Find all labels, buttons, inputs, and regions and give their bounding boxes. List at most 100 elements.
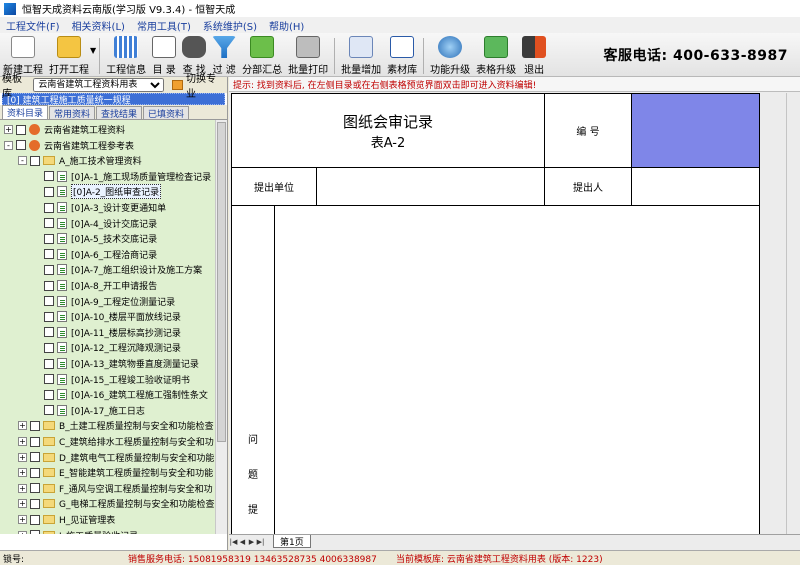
tree-checkbox[interactable] (30, 420, 40, 431)
tree-item[interactable]: [0]A-5_技术交底记录 (32, 231, 157, 246)
chevron-down-icon[interactable]: ▼ (90, 46, 96, 55)
tree-scrollbar-thumb[interactable] (217, 122, 226, 442)
tree-item[interactable]: + D_建筑电气工程质量控制与安全和功能 (18, 450, 214, 465)
tree-checkbox[interactable] (44, 311, 54, 322)
tree-item[interactable]: + G_电梯工程质量控制与安全和功能检查 (18, 496, 214, 511)
tree-item[interactable]: [0]A-16_建筑工程施工强制性条文 (32, 387, 208, 402)
tree-item[interactable]: + E_智能建筑工程质量控制与安全和功能 (18, 465, 213, 480)
tree-item[interactable]: [0]A-12_工程沉降观测记录 (32, 340, 181, 355)
sheet-tab-page-1[interactable]: 第1页 (273, 535, 311, 548)
tree-checkbox[interactable] (44, 405, 54, 416)
batch-add-button[interactable]: 批量增加 (338, 36, 384, 76)
tree-item[interactable]: [0]A-4_设计交底记录 (32, 216, 157, 231)
sheet-upgrade-button[interactable]: 表格升级 (473, 36, 519, 76)
menu-help[interactable]: 帮助(H) (263, 18, 310, 33)
tree-checkbox[interactable] (16, 124, 26, 135)
tree-item[interactable]: [0]A-3_设计变更通知单 (32, 200, 166, 215)
expand-icon[interactable]: + (18, 499, 27, 509)
tree-item[interactable]: + C_建筑给排水工程质量控制与安全和功 (18, 434, 214, 449)
tab-common[interactable]: 常用资料 (49, 106, 96, 120)
batch-print-button[interactable]: 批量打印 (285, 36, 331, 76)
tree-checkbox[interactable] (44, 249, 54, 260)
tree-checkbox[interactable] (44, 296, 54, 307)
tree-item[interactable]: - 云南省建筑工程参考表 (4, 138, 134, 153)
submitter-value-cell[interactable] (632, 168, 760, 206)
menu-tools[interactable]: 常用工具(T) (131, 18, 197, 33)
tree-item[interactable]: + I_施工质量验收记录 (18, 528, 138, 534)
tree-checkbox[interactable] (44, 389, 54, 400)
expand-icon[interactable]: + (18, 421, 27, 431)
app-window: 恒智天成资料云南版(学习版 V9.3.4) - 恒智天成 工程文件(F) 相关资… (0, 0, 800, 565)
tree-checkbox[interactable] (30, 514, 40, 525)
expand-icon[interactable]: + (18, 468, 27, 478)
collapse-icon[interactable]: - (18, 156, 27, 166)
tree-checkbox[interactable] (44, 280, 54, 291)
submit-unit-value-cell[interactable] (317, 168, 545, 206)
exit-button[interactable]: 退出 (519, 36, 549, 76)
tree-item[interactable]: [0]A-9_工程定位测量记录 (32, 294, 175, 309)
expand-icon[interactable]: + (18, 452, 27, 462)
tree-checkbox[interactable] (16, 140, 26, 151)
tree-item[interactable]: + B_土建工程质量控制与安全和功能检查 (18, 418, 214, 433)
tree-item[interactable]: + 云南省建筑工程资料 (4, 122, 125, 137)
tree-checkbox[interactable] (44, 202, 54, 213)
tree-checkbox[interactable] (44, 358, 54, 369)
subtotal-button[interactable]: 分部汇总 (239, 36, 285, 76)
expand-icon[interactable]: + (18, 530, 27, 534)
tree-item[interactable]: [0]A-7_施工组织设计及施工方案 (32, 262, 202, 277)
project-info-button[interactable]: 工程信息 (103, 36, 149, 76)
tree-item[interactable]: [0]A-6_工程洽商记录 (32, 247, 157, 262)
tree-item[interactable]: [0]A-1_施工现场质量管理检查记录 (32, 169, 211, 184)
collapse-icon[interactable]: - (4, 140, 13, 150)
tree-checkbox[interactable] (30, 467, 40, 478)
tree-item[interactable]: + F_通风与空调工程质量控制与安全和功 (18, 481, 213, 496)
tree-item[interactable]: [0]A-8_开工申请报告 (32, 278, 157, 293)
feature-upgrade-button[interactable]: 功能升级 (427, 36, 473, 76)
tree-checkbox[interactable] (44, 218, 54, 229)
switch-specialty-button[interactable]: 切换专业 (172, 70, 225, 100)
prev-page-icon[interactable]: ◀ (238, 537, 247, 547)
tree-checkbox[interactable] (44, 171, 54, 182)
tree-item[interactable]: [0]A-2_图纸审查记录 (32, 184, 162, 200)
open-project-button[interactable]: 打开工程 (46, 36, 92, 76)
tree-checkbox[interactable] (30, 436, 40, 447)
tree-checkbox[interactable] (30, 155, 40, 166)
number-value-cell[interactable] (632, 93, 760, 168)
menu-file[interactable]: 工程文件(F) (0, 18, 66, 33)
expand-icon[interactable]: + (18, 483, 27, 493)
expand-icon[interactable]: + (18, 515, 27, 524)
expand-icon[interactable]: + (18, 437, 27, 446)
tab-search-results[interactable]: 查找结果 (96, 106, 143, 120)
menu-related[interactable]: 相关资料(L) (66, 18, 131, 33)
tree-checkbox[interactable] (44, 374, 54, 385)
tree-item[interactable]: [0]A-13_建筑物垂直度测量记录 (32, 356, 199, 371)
next-page-icon[interactable]: ▶ (247, 537, 256, 547)
tree-checkbox[interactable] (44, 327, 54, 338)
tab-catalog[interactable]: 资料目录 (2, 105, 49, 119)
tree-checkbox[interactable] (30, 483, 40, 494)
template-select[interactable]: 云南省建筑工程资料用表 (33, 78, 165, 92)
tree-checkbox[interactable] (30, 498, 40, 509)
tree-item[interactable]: [0]A-10_楼层平面放线记录 (32, 309, 181, 324)
form-vertical-scrollbar[interactable] (786, 93, 800, 534)
tree-checkbox[interactable] (44, 233, 54, 244)
first-page-icon[interactable]: |◀ (229, 537, 238, 547)
expand-icon[interactable]: + (4, 125, 13, 134)
materials-button[interactable]: 素材库 (384, 36, 420, 76)
tree-item[interactable]: [0]A-11_楼层标高抄测记录 (32, 325, 181, 340)
tree-checkbox[interactable] (30, 530, 40, 534)
tree-checkbox[interactable] (44, 342, 54, 353)
form-preview[interactable]: 图纸会审记录 表A-2 编 号 提出单位 提出人 问 题 提 (231, 93, 760, 534)
menu-system[interactable]: 系统维护(S) (197, 18, 263, 33)
last-page-icon[interactable]: ▶| (256, 537, 265, 547)
tree-item[interactable]: [0]A-17_施工日志 (32, 403, 145, 418)
tree-checkbox[interactable] (30, 452, 40, 463)
tree-item[interactable]: - A_施工技术管理资料 (18, 153, 142, 168)
tree-item[interactable]: [0]A-15_工程竣工验收证明书 (32, 372, 190, 387)
tree-scrollbar[interactable] (215, 120, 227, 534)
tree-checkbox[interactable] (44, 186, 54, 197)
tree-item[interactable]: + H_见证管理表 (18, 512, 115, 527)
issue-content-cell[interactable] (275, 206, 760, 534)
tree-checkbox[interactable] (44, 264, 54, 275)
tab-filled[interactable]: 已填资料 (143, 106, 190, 120)
